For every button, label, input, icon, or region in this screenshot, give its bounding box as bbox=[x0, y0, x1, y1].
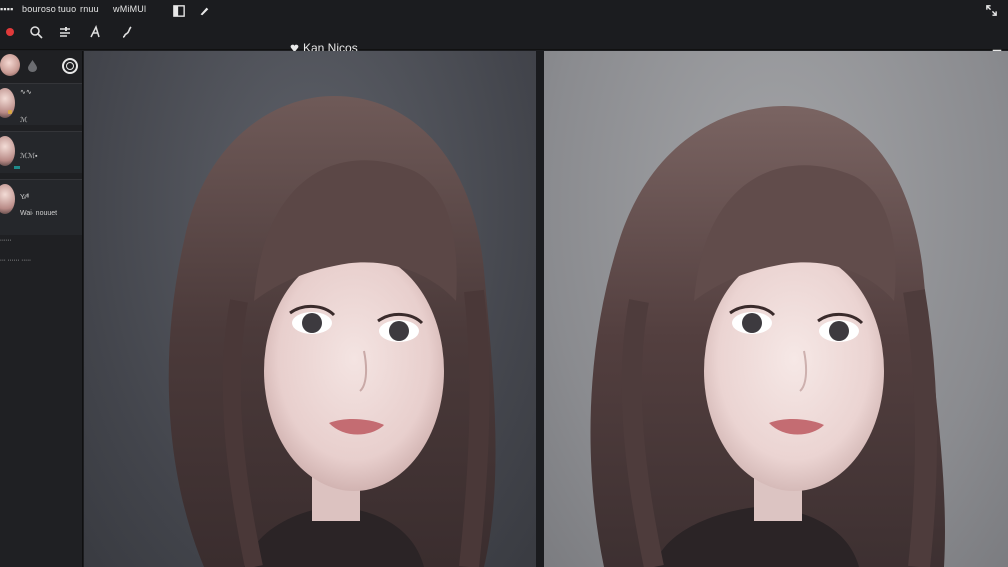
search-icon[interactable] bbox=[26, 22, 46, 42]
layer-color-tag bbox=[14, 166, 20, 169]
record-dot-icon[interactable] bbox=[0, 22, 20, 42]
panel-header bbox=[0, 51, 83, 81]
menu-item-1[interactable]: bouroso bbox=[22, 4, 56, 14]
toolbar: Kan Nicos bbox=[0, 20, 1008, 59]
layer-item[interactable]: ∿∿ ℳ bbox=[0, 83, 82, 125]
split-divider[interactable] bbox=[536, 51, 544, 567]
avatar[interactable] bbox=[0, 54, 20, 76]
canvas-edited[interactable] bbox=[544, 51, 1008, 567]
panel-info-line: ∙∙∙∙∙∙ bbox=[0, 237, 12, 244]
menu-item-4[interactable]: wMiMUl bbox=[113, 4, 146, 14]
target-icon[interactable] bbox=[62, 58, 78, 74]
layer-label: ∿∿ bbox=[20, 89, 32, 96]
layer-item[interactable]: Y∕⁄ᴵᴵ Wai∙ nouuet bbox=[0, 179, 82, 235]
menu-item-2[interactable]: tuuo bbox=[58, 4, 76, 14]
canvas-original[interactable] bbox=[84, 51, 536, 567]
sliders-icon[interactable] bbox=[55, 22, 75, 42]
layer-item[interactable]: ℳℳ▪ bbox=[0, 131, 82, 173]
layer-label: Y∕⁄ᴵᴵ bbox=[20, 194, 30, 201]
portrait-image bbox=[590, 106, 945, 567]
expand-icon[interactable] bbox=[984, 3, 998, 17]
layer-thumbnail bbox=[0, 136, 15, 166]
layer-thumbnail bbox=[0, 184, 15, 214]
menu-item-3[interactable]: rnuu bbox=[80, 4, 99, 14]
layer-label: ℳℳ▪ bbox=[20, 153, 38, 160]
menu-bar: ▪▪▪▪ bouroso tuuo rnuu wMiMUl bbox=[0, 0, 1008, 20]
layer-sublabel: Wai∙ nouuet bbox=[20, 210, 58, 217]
layers-panel: ∿∿ ℳ ℳℳ▪ Y∕⁄ᴵᴵ Wai∙ nouuet ∙∙∙∙∙∙ ∙∙∙ ∙∙… bbox=[0, 51, 83, 567]
panel-info-line: ∙∙∙ ∙∙∙∙∙∙ ∙∙∙∙∙ bbox=[0, 257, 32, 264]
panel-toggle-icon[interactable] bbox=[172, 4, 186, 18]
brush-icon[interactable] bbox=[118, 22, 138, 42]
menu-item-0[interactable]: ▪▪▪▪ bbox=[0, 4, 14, 14]
layer-color-tag bbox=[8, 110, 12, 114]
drop-icon[interactable] bbox=[27, 59, 38, 72]
pen-icon[interactable] bbox=[197, 4, 211, 18]
portrait-image bbox=[168, 96, 496, 567]
text-tool-icon[interactable] bbox=[85, 22, 105, 42]
layer-sublabel: ℳ bbox=[20, 117, 28, 124]
